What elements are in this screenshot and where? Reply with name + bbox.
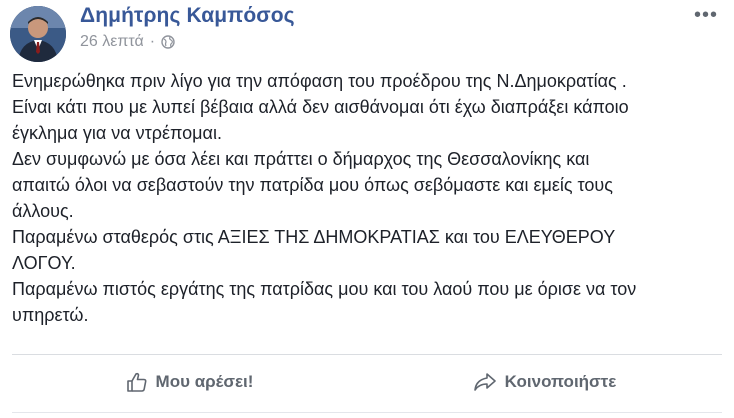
post-actions: Μου αρέσει! Κοινοποιήστε — [12, 360, 722, 404]
share-label: Κοινοποιήστε — [504, 372, 617, 391]
author-name[interactable]: Δημήτρης Καμπόσος — [80, 4, 295, 28]
avatar-photo — [10, 6, 66, 62]
post-line: Ενημερώθηκα πριν λίγο για την απόφαση το… — [12, 71, 627, 91]
thumbs-up-icon — [126, 372, 147, 392]
share-button[interactable]: Κοινοποιήστε — [367, 360, 722, 404]
post-line: Παραμένω σταθερός στις ΑΞΙΕΣ ΤΗΣ ΔΗΜΟΚΡΑ… — [12, 227, 616, 247]
actions-divider — [12, 354, 722, 355]
like-button[interactable]: Μου αρέσει! — [12, 360, 367, 404]
avatar[interactable] — [10, 6, 66, 62]
post-line: Δεν συμφωνώ με όσα λέει και πράττει ο δή… — [12, 149, 590, 169]
post-line: άλλους. — [12, 201, 74, 221]
post-line: έγκλημα για να ντρέπομαι. — [12, 123, 222, 143]
share-arrow-icon — [473, 373, 496, 391]
globe-icon[interactable] — [161, 35, 175, 49]
post-line: Είναι κάτι που με λυπεί βέβαια αλλά δεν … — [12, 97, 629, 117]
bottom-divider — [12, 412, 722, 413]
post-line: υπηρετώ. — [12, 305, 89, 325]
like-label: Μου αρέσει! — [155, 372, 254, 391]
post-line: απαιτώ όλοι να σεβαστούν την πατρίδα μου… — [12, 175, 613, 195]
post-body: Ενημερώθηκα πριν λίγο για την απόφαση το… — [12, 68, 712, 328]
ellipsis-icon[interactable]: ••• — [694, 4, 718, 27]
post-line: ΛΟΓΟΥ. — [12, 253, 76, 273]
post-meta: 26 λεπτά · — [80, 33, 175, 51]
post-timestamp[interactable]: 26 λεπτά — [80, 33, 144, 51]
meta-separator: · — [149, 33, 156, 50]
post-line: Παραμένω πιστός εργάτης της πατρίδας μου… — [12, 279, 637, 299]
facebook-post: Δημήτρης Καμπόσος 26 λεπτά · ••• Ενημερώ… — [0, 0, 734, 418]
